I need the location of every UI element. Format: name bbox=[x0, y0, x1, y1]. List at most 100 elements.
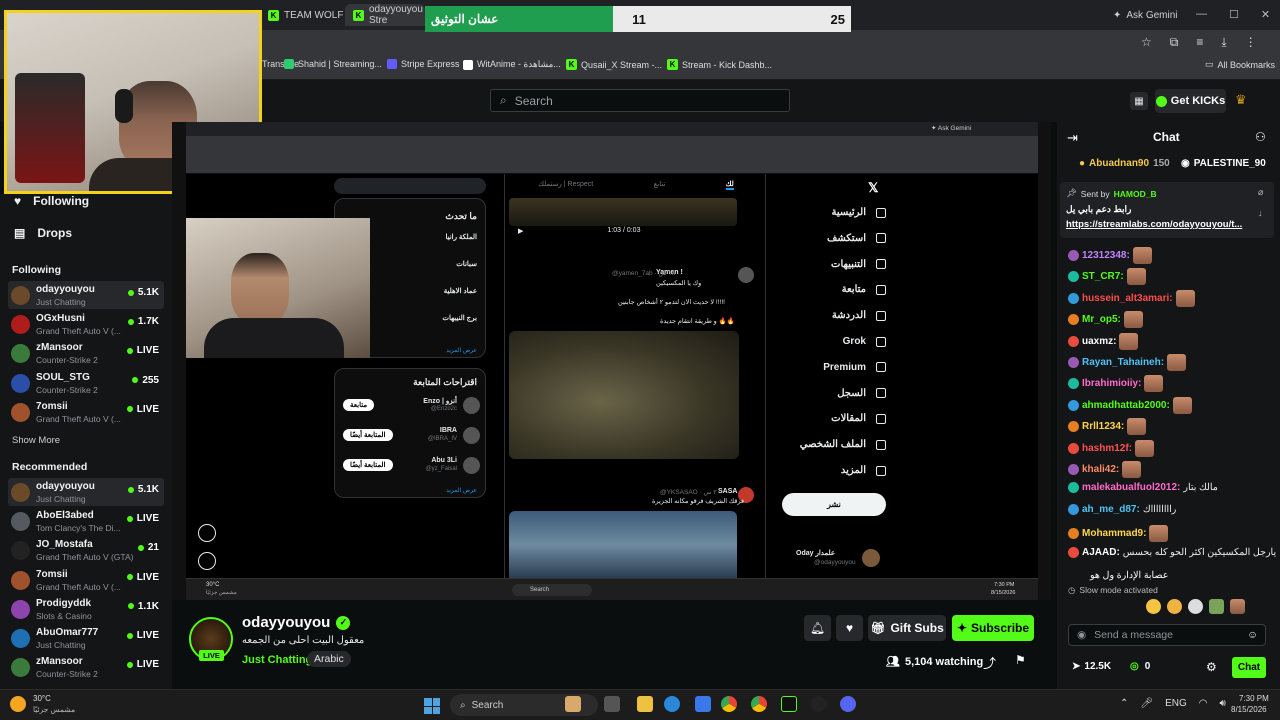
chat-username[interactable]: Rrll1234: bbox=[1082, 421, 1124, 432]
chat-username[interactable]: Mr_op5: bbox=[1082, 314, 1121, 325]
ask-gemini-button[interactable]: ✦ Ask Gemini bbox=[1105, 4, 1186, 26]
trending-item[interactable]: سبانات bbox=[456, 260, 477, 268]
chat-users-icon[interactable]: ⚇ bbox=[1255, 130, 1266, 144]
maximize-icon[interactable]: ☐ bbox=[1229, 8, 1239, 21]
send-message-input[interactable]: ◉ Send a message ☺ bbox=[1068, 624, 1266, 646]
suggest-more[interactable]: عرض المزيد bbox=[446, 487, 477, 494]
suggest-follow-button[interactable]: متابعة bbox=[343, 399, 375, 411]
taskbar-explorer-icon[interactable] bbox=[637, 696, 653, 712]
taskbar-discord-icon[interactable] bbox=[840, 696, 856, 712]
all-bookmarks[interactable]: ▭ All Bookmarks bbox=[1205, 59, 1275, 70]
user-avatar-icon[interactable]: ♛ bbox=[1235, 92, 1251, 110]
wifi-icon[interactable]: ◠ bbox=[1199, 698, 1208, 709]
follow-heart-button[interactable]: ♥ bbox=[836, 615, 863, 641]
chat-username[interactable]: 12312348: bbox=[1082, 250, 1130, 261]
subscribe-button[interactable]: ✦ Subscribe bbox=[952, 615, 1034, 641]
taskbar-app-food-icon[interactable] bbox=[565, 696, 581, 712]
sidebar-channel-recommended[interactable]: zMansoor Counter-Strike 2 LIVE bbox=[8, 653, 164, 681]
sidebar-channel-recommended[interactable]: JO_Mostafa Grand Theft Auto V (GTA) 21 bbox=[8, 536, 164, 564]
taskbar-chrome2-icon[interactable] bbox=[751, 696, 767, 712]
collapse-chat-icon[interactable]: ⇥ bbox=[1067, 130, 1078, 146]
chat-username[interactable]: hashm12f: bbox=[1082, 443, 1132, 454]
sidebar-channel-following[interactable]: odayyouyou Just Chatting 5.1K bbox=[8, 281, 164, 309]
close-window-icon[interactable]: ✕ bbox=[1261, 8, 1270, 21]
tab-search-icon[interactable]: ≡ bbox=[1196, 35, 1203, 50]
sidebar-item-following[interactable]: ♥ Following bbox=[14, 194, 89, 208]
chat-username[interactable]: Rayan_Tahaineh: bbox=[1082, 357, 1164, 368]
emote-frog-icon[interactable] bbox=[1209, 599, 1224, 614]
mic-icon[interactable]: 🎤︎ bbox=[1140, 698, 1153, 709]
search-input[interactable]: ⌕ Search bbox=[490, 89, 790, 112]
download-icon[interactable]: ⤓ bbox=[1221, 35, 1226, 50]
channel-points[interactable]: ◎ 0 bbox=[1130, 661, 1150, 672]
windows-start-icon[interactable] bbox=[424, 698, 440, 714]
emote-face-icon[interactable] bbox=[1230, 599, 1245, 614]
sidebar-channel-following[interactable]: 7omsii Grand Theft Auto V (... LIVE bbox=[8, 398, 164, 426]
emote-smile-icon[interactable] bbox=[1146, 599, 1161, 614]
tab-odayyouyou[interactable]: Kodayyouyou Stre bbox=[345, 4, 425, 26]
chat-gear-icon[interactable]: ⚙ bbox=[1206, 660, 1217, 674]
grok-float-icon[interactable] bbox=[198, 524, 216, 542]
tray-chevron-icon[interactable]: ⌃ bbox=[1120, 698, 1128, 709]
language-tag[interactable]: Arabic bbox=[307, 651, 351, 667]
sidebar-channel-recommended[interactable]: AbuOmar777 Just Chatting LIVE bbox=[8, 624, 164, 652]
menu-icon[interactable]: ⋮ bbox=[1245, 35, 1257, 50]
bookmark-shahid[interactable]: Shahid | Streaming... bbox=[284, 59, 382, 69]
trending-more[interactable]: عرض المزيد bbox=[446, 347, 477, 354]
emote-ghost-icon[interactable] bbox=[1188, 599, 1203, 614]
taskbar-kick-icon[interactable] bbox=[781, 696, 797, 712]
extensions-icon[interactable]: ⧉ bbox=[1170, 35, 1179, 50]
expand-icon[interactable]: ↓ bbox=[1258, 208, 1263, 218]
play-icon[interactable]: ▶ bbox=[518, 227, 523, 235]
browse-icon[interactable]: ▦ bbox=[1130, 92, 1148, 110]
weather-sun-icon[interactable] bbox=[10, 696, 26, 712]
speaker-icon[interactable]: 🔊︎ bbox=[1220, 698, 1226, 709]
gift-subs-button[interactable]: 🎁︎ Gift Subs bbox=[868, 615, 946, 641]
pinned-link[interactable]: https://streamlabs.com/odayyouyou/t... bbox=[1066, 219, 1242, 230]
chat-username[interactable]: khali42: bbox=[1082, 464, 1119, 475]
chat-username[interactable]: Mohammad9: bbox=[1082, 528, 1146, 539]
chat-username[interactable]: malekabualfuol2012: bbox=[1082, 482, 1180, 493]
chat-send-button[interactable]: Chat bbox=[1232, 657, 1266, 678]
unpin-icon[interactable]: ⌀ bbox=[1258, 187, 1263, 198]
bookmark-kick-dashboard[interactable]: K Stream - Kick Dashb... bbox=[667, 59, 772, 70]
emote-bar[interactable] bbox=[1146, 599, 1245, 614]
star-icon[interactable]: ☆ bbox=[1141, 35, 1152, 50]
taskbar-chrome-icon[interactable] bbox=[721, 696, 737, 712]
sidebar-channel-recommended[interactable]: 7omsii Grand Theft Auto V (... LIVE bbox=[8, 566, 164, 594]
taskbar-app-task-icon[interactable] bbox=[604, 696, 620, 712]
sidebar-channel-recommended[interactable]: AboEl3abed Tom Clancy's The Di... LIVE bbox=[8, 507, 164, 535]
chat-username[interactable]: uaxmz: bbox=[1082, 336, 1116, 347]
trending-item[interactable]: الملكة رانيا bbox=[445, 233, 477, 241]
sidebar-channel-following[interactable]: OGxHusni Grand Theft Auto V (... 1.7K bbox=[8, 310, 164, 338]
emoji-icon[interactable]: ☺ bbox=[1247, 629, 1258, 641]
sidebar-item-drops[interactable]: ▤ Drops bbox=[14, 226, 72, 240]
taskbar-edge-icon[interactable] bbox=[664, 696, 680, 712]
share-icon[interactable]: ⤴ bbox=[983, 653, 996, 672]
x-search-field[interactable] bbox=[334, 178, 486, 194]
stream-category[interactable]: Just Chatting bbox=[242, 654, 312, 666]
bookmark-witanime[interactable]: WitAnime - مشاهدة... bbox=[463, 59, 561, 70]
suggest-follow-button[interactable]: المتابعة أيضًا bbox=[343, 429, 393, 441]
suggest-follow-button[interactable]: المتابعة أيضًا bbox=[343, 459, 393, 471]
get-kicks-button[interactable]: Get KICKs bbox=[1155, 89, 1226, 113]
chat-username[interactable]: hussein_alt3amari: bbox=[1082, 293, 1173, 304]
chat-username[interactable]: Ibrahimioiiy: bbox=[1082, 378, 1141, 389]
trending-item[interactable]: برج النيبهات bbox=[442, 314, 477, 322]
post1-video[interactable] bbox=[509, 331, 739, 459]
bookmark-stripe[interactable]: Stripe Express bbox=[387, 59, 460, 69]
sidebar-channel-following[interactable]: SOUL_STG Counter-Strike 2 255 bbox=[8, 369, 164, 397]
chat-username[interactable]: ah_me_d87: bbox=[1082, 504, 1140, 515]
sidebar-channel-following[interactable]: zMansoor Counter-Strike 2 LIVE bbox=[8, 339, 164, 367]
post2-image[interactable] bbox=[509, 511, 737, 578]
x-tab-community[interactable]: Respect | رستملك bbox=[538, 180, 593, 190]
chat-username[interactable]: ST_CR7: bbox=[1082, 271, 1124, 282]
minimize-icon[interactable]: — bbox=[1196, 8, 1207, 21]
notification-bell-button[interactable]: 🔔︎ bbox=[804, 615, 831, 641]
trending-item[interactable]: عماد الاهلية bbox=[444, 287, 477, 295]
kicks-balance[interactable]: ➤ 12.5K bbox=[1072, 661, 1111, 672]
messages-float-icon[interactable] bbox=[198, 552, 216, 570]
report-icon[interactable]: ⚑ bbox=[1015, 653, 1026, 667]
chat-username[interactable]: AJAAD: bbox=[1082, 547, 1120, 558]
streamer-name[interactable]: odayyouyou ✓ bbox=[242, 614, 351, 631]
